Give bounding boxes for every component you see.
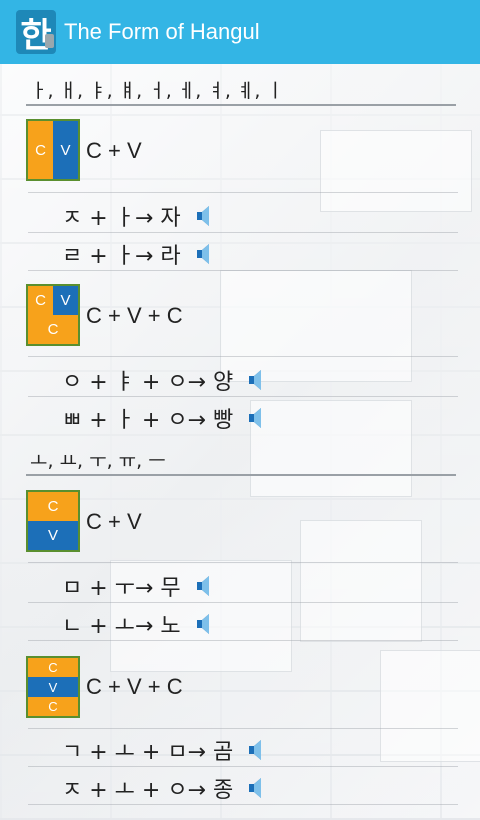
example-row[interactable]: ㄴ + ㅗ→ 노 <box>62 608 213 640</box>
row-rule <box>28 640 458 641</box>
row-rule <box>28 396 458 397</box>
example-text: ㄴ + ㅗ→ 노 <box>62 614 181 639</box>
app-icon-glyph: 한 <box>20 15 52 56</box>
vowel-block: V <box>28 677 78 697</box>
example-row[interactable]: ㅈ + ㅏ→ 자 <box>62 200 213 232</box>
section-divider <box>26 474 456 476</box>
speaker-icon[interactable] <box>247 776 265 800</box>
vowel-block: V <box>28 521 78 550</box>
phone-icon <box>45 34 54 48</box>
section-divider <box>26 104 456 106</box>
example-text: ㄱ + ㅗ + ㅁ→ 곰 <box>62 740 234 765</box>
speaker-icon[interactable] <box>247 738 265 762</box>
example-row[interactable]: ㅇ + ㅑ + ㅇ→ 양 <box>62 364 265 396</box>
row-rule <box>28 804 458 805</box>
example-text: ㅇ + ㅑ + ㅇ→ 양 <box>62 370 234 395</box>
vowel-block: V <box>53 286 78 315</box>
horizontal-vowels-label: ㅗ, ㅛ, ㅜ, ㅠ, ㅡ <box>30 450 166 472</box>
syllable-diagram-cv: C V <box>26 119 80 181</box>
row-rule <box>28 766 458 767</box>
consonant-block: C <box>28 658 78 677</box>
formula-label: C + V <box>86 138 142 163</box>
syllable-diagram-cvc: C V C <box>26 284 80 346</box>
speaker-icon[interactable] <box>195 242 213 266</box>
example-row[interactable]: ㄹ + ㅏ→ 라 <box>62 238 213 270</box>
example-text: ㅃ + ㅏ + ㅇ→ 빵 <box>62 408 234 433</box>
row-rule <box>28 356 458 357</box>
syllable-diagram-cv-stacked: C V <box>26 490 80 552</box>
example-row[interactable]: ㅈ + ㅗ + ㅇ→ 종 <box>62 772 265 804</box>
lesson-content[interactable]: ㅏ, ㅐ, ㅑ, ㅒ, ㅓ, ㅔ, ㅕ, ㅖ, ㅣ C V C + V ㅈ + … <box>0 64 480 820</box>
app-title: The Form of Hangul <box>64 19 260 44</box>
example-row[interactable]: ㄱ + ㅗ + ㅁ→ 곰 <box>62 734 265 766</box>
final-consonant-block: C <box>28 697 78 716</box>
vowel-block: V <box>53 121 78 179</box>
row-rule <box>28 602 458 603</box>
formula-label: C + V + C <box>86 303 183 328</box>
formula-label: C + V <box>86 509 142 534</box>
consonant-block: C <box>28 492 78 521</box>
syllable-diagram-cvc-stacked: C V C <box>26 656 80 718</box>
speaker-icon[interactable] <box>195 574 213 598</box>
example-text: ㅈ + ㅗ + ㅇ→ 종 <box>62 778 234 803</box>
final-consonant-block: C <box>28 315 78 344</box>
consonant-block: C <box>28 121 53 179</box>
speaker-icon[interactable] <box>247 406 265 430</box>
example-row[interactable]: ㅃ + ㅏ + ㅇ→ 빵 <box>62 402 265 434</box>
row-rule <box>28 192 458 193</box>
formula-label: C + V + C <box>86 674 183 699</box>
speaker-icon[interactable] <box>247 368 265 392</box>
app-bar: 한 The Form of Hangul <box>0 0 480 64</box>
vertical-vowels-label: ㅏ, ㅐ, ㅑ, ㅒ, ㅓ, ㅔ, ㅕ, ㅖ, ㅣ <box>30 80 284 102</box>
row-rule <box>28 562 458 563</box>
row-rule <box>28 232 458 233</box>
speaker-icon[interactable] <box>195 204 213 228</box>
row-rule <box>28 728 458 729</box>
example-text: ㅈ + ㅏ→ 자 <box>62 206 181 231</box>
consonant-block: C <box>28 286 53 315</box>
example-row[interactable]: ㅁ + ㅜ→ 무 <box>62 570 213 602</box>
example-text: ㄹ + ㅏ→ 라 <box>62 244 181 269</box>
speaker-icon[interactable] <box>195 612 213 636</box>
row-rule <box>28 270 458 271</box>
app-icon[interactable]: 한 <box>16 10 56 56</box>
example-text: ㅁ + ㅜ→ 무 <box>62 576 181 601</box>
